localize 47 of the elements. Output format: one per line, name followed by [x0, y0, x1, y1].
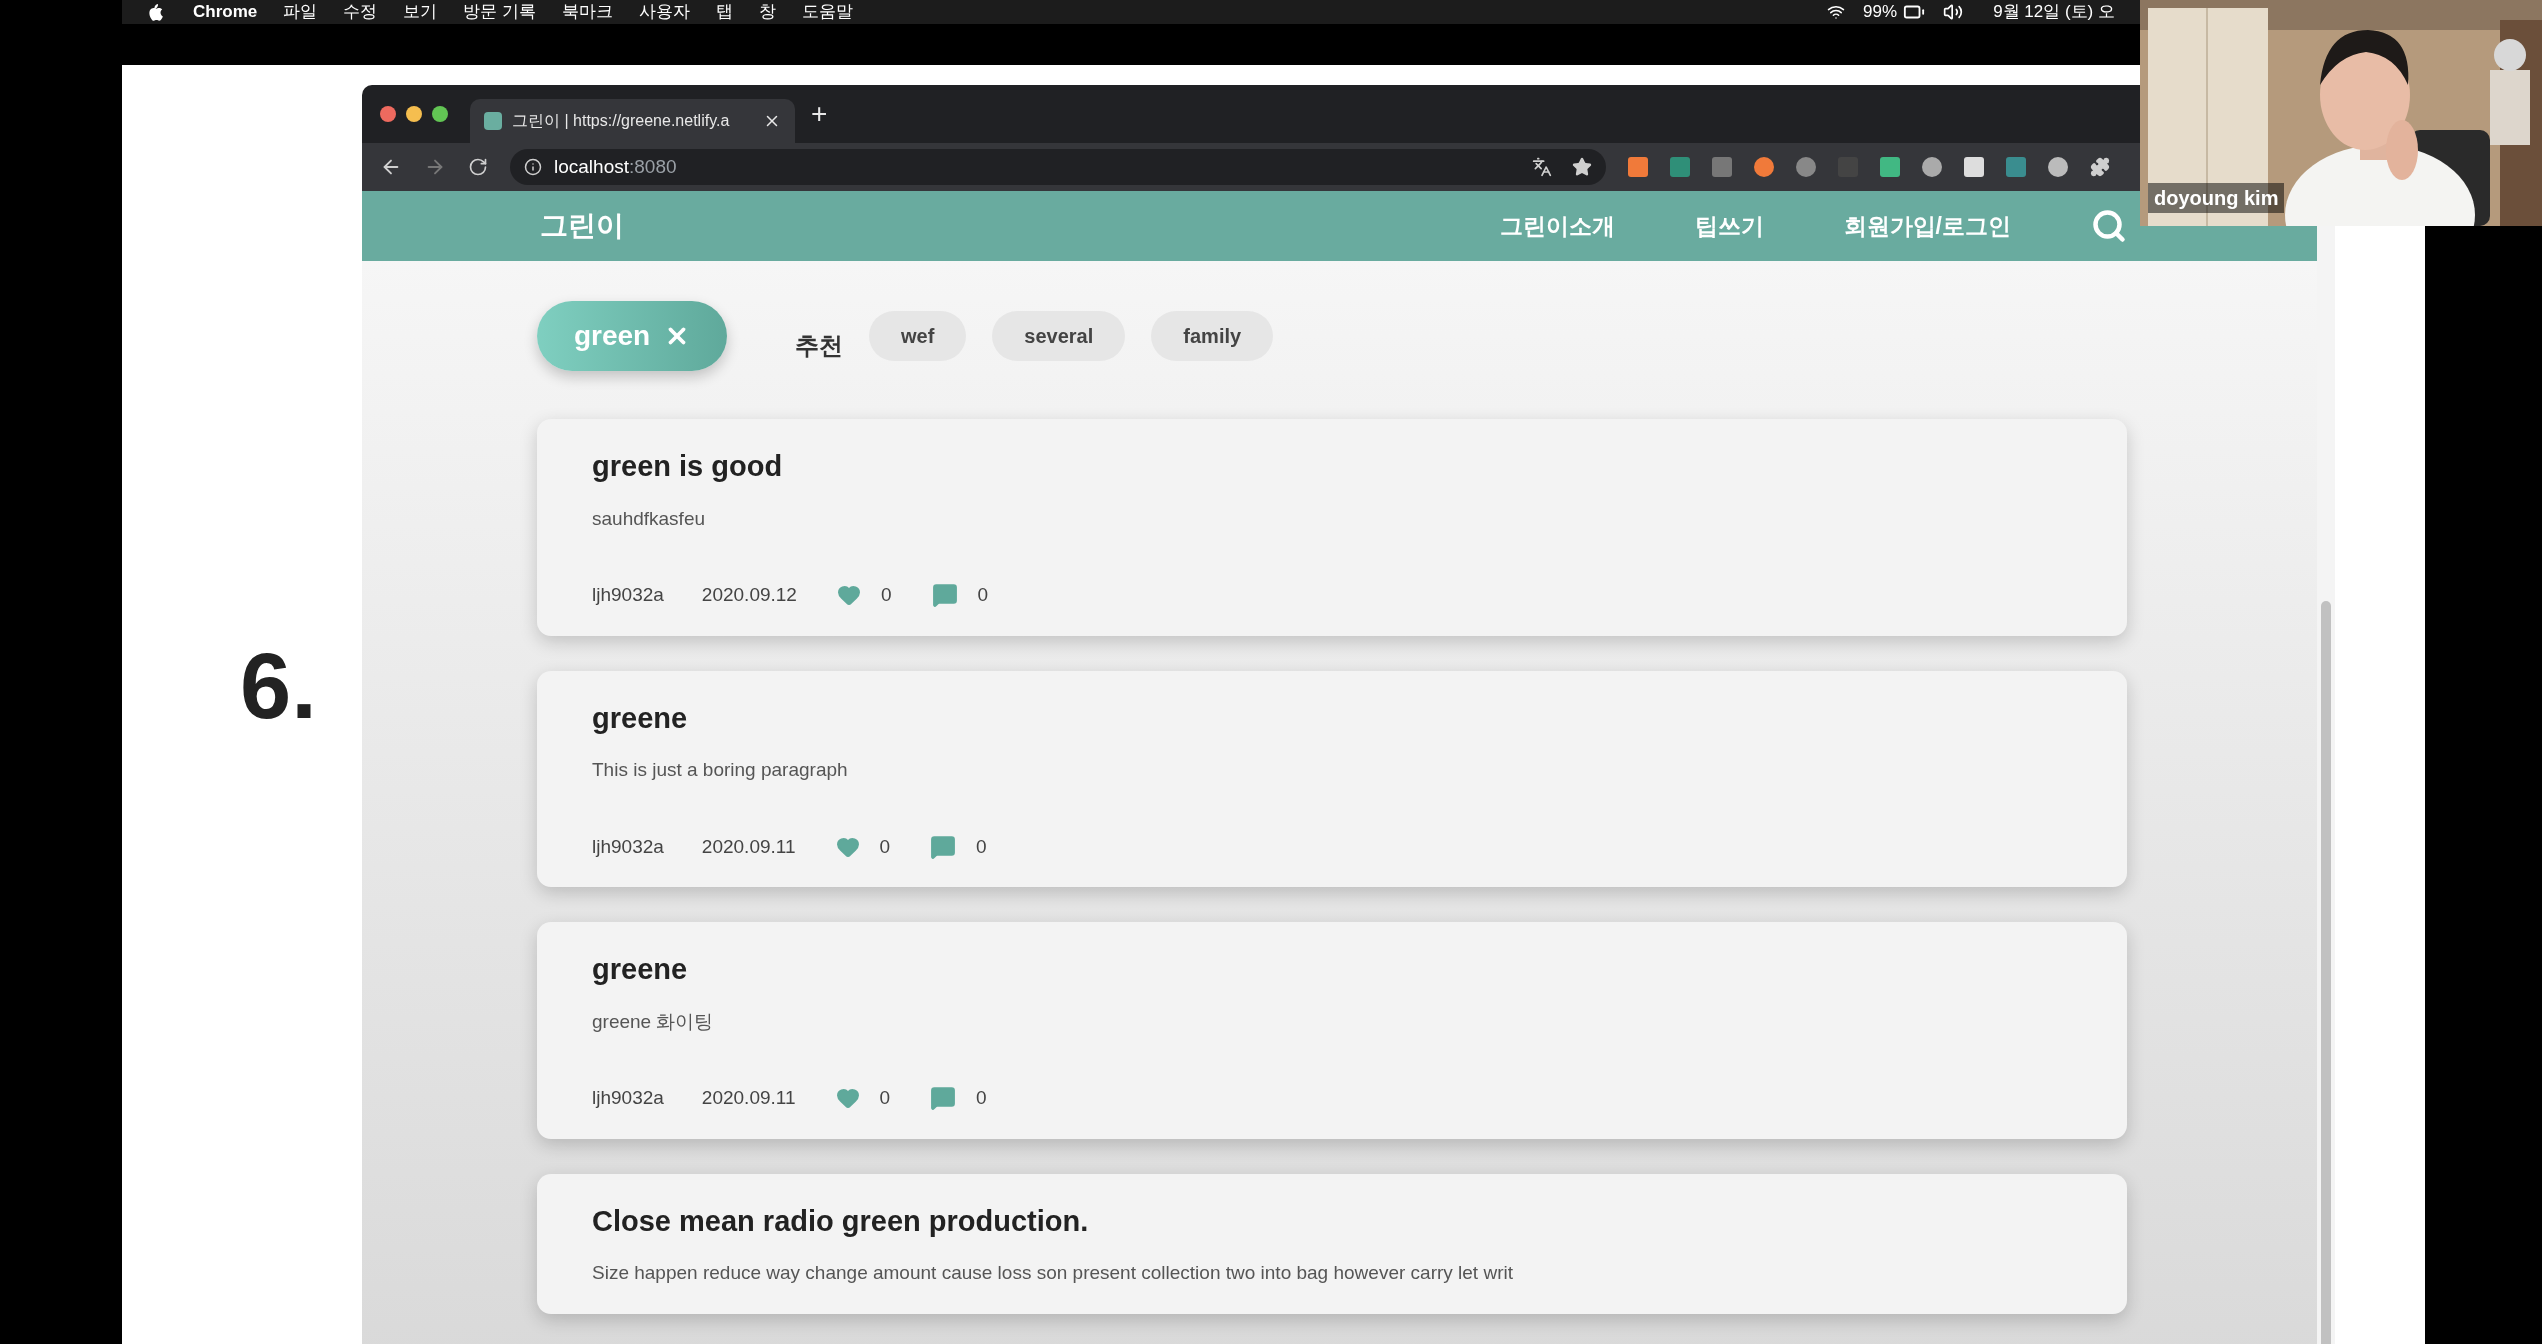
post-card[interactable]: green is good sauhdfkasfeu ljh9032a 2020.09.12 0 0	[537, 419, 2127, 636]
menu-item[interactable]: 탭	[715, 0, 733, 25]
post-date: 2020.09.11	[701, 1086, 796, 1110]
post-card[interactable]: greene greene 화이팅 ljh9032a 2020.09.11 0 0	[537, 922, 2127, 1139]
post-date: 2020.09.12	[701, 583, 797, 607]
like-count: 0	[879, 834, 891, 859]
like-count: 0	[880, 583, 892, 607]
post-title: green is good	[592, 449, 784, 484]
post-card[interactable]: greene This is just a boring paragraph ljh9032a 2020.09.11 0 0	[537, 670, 2127, 887]
app-menu[interactable]: Chrome	[193, 0, 258, 25]
post-title: Close mean radio green production.	[592, 1203, 1090, 1239]
clock: 9월 12일 (토) 오	[1993, 1, 2115, 24]
menu-item[interactable]: 방문 기록	[463, 0, 536, 25]
comment-count: 0	[976, 1086, 987, 1110]
menu-item[interactable]: 북마크	[561, 0, 613, 25]
menu-item[interactable]: 도움말	[801, 0, 853, 25]
tab-title: 그린이 | https://greene.netlify.a	[512, 111, 730, 131]
browser-tab[interactable]: 그린이 | https://greene.netlify.a	[470, 99, 795, 143]
post-body: greene 화이팅	[592, 1009, 715, 1034]
post-card[interactable]: Close mean radio green production. Size happen reduce way change amount cause loss son present collection two into bag however carry let writ	[537, 1173, 2127, 1314]
menu-item[interactable]: 보기	[403, 0, 438, 25]
post-author: ljh9032a	[592, 1086, 664, 1110]
post-date: 2020.09.11	[701, 834, 796, 859]
recommended-tag[interactable]: family	[1151, 311, 1274, 361]
menu-item[interactable]: 창	[758, 0, 776, 25]
post-body: Size happen reduce way change amount cause loss son present collection two into bag however carry let writ	[592, 1261, 1514, 1285]
post-body: This is just a boring paragraph	[592, 758, 849, 782]
participant-name: doyoung kim	[2148, 183, 2285, 213]
post-author: ljh9032a	[592, 583, 664, 607]
slide-heading: 6.	[240, 635, 317, 737]
recommended-tag[interactable]: several	[992, 311, 1126, 361]
post-author: ljh9032a	[592, 834, 664, 859]
recommended-tag[interactable]: wef	[869, 311, 967, 361]
post-body: sauhdfkasfeu	[592, 506, 707, 531]
menu-item[interactable]: 사용자	[638, 0, 690, 25]
post-title: greene	[592, 700, 689, 736]
address-bar[interactable]: localhost:8080	[510, 149, 1606, 185]
comment-count: 0	[977, 583, 989, 607]
new-tab-button[interactable]: +	[811, 100, 828, 128]
like-count: 0	[879, 1086, 891, 1110]
menu-item[interactable]: 수정	[343, 0, 378, 25]
menu-item[interactable]: 파일	[283, 0, 318, 25]
battery-percent: 99%	[1863, 1, 1898, 24]
post-title: greene	[592, 952, 689, 987]
comment-count: 0	[976, 834, 987, 859]
recommend-label: 추천	[795, 331, 843, 361]
url-text: localhost:8080	[554, 154, 677, 179]
